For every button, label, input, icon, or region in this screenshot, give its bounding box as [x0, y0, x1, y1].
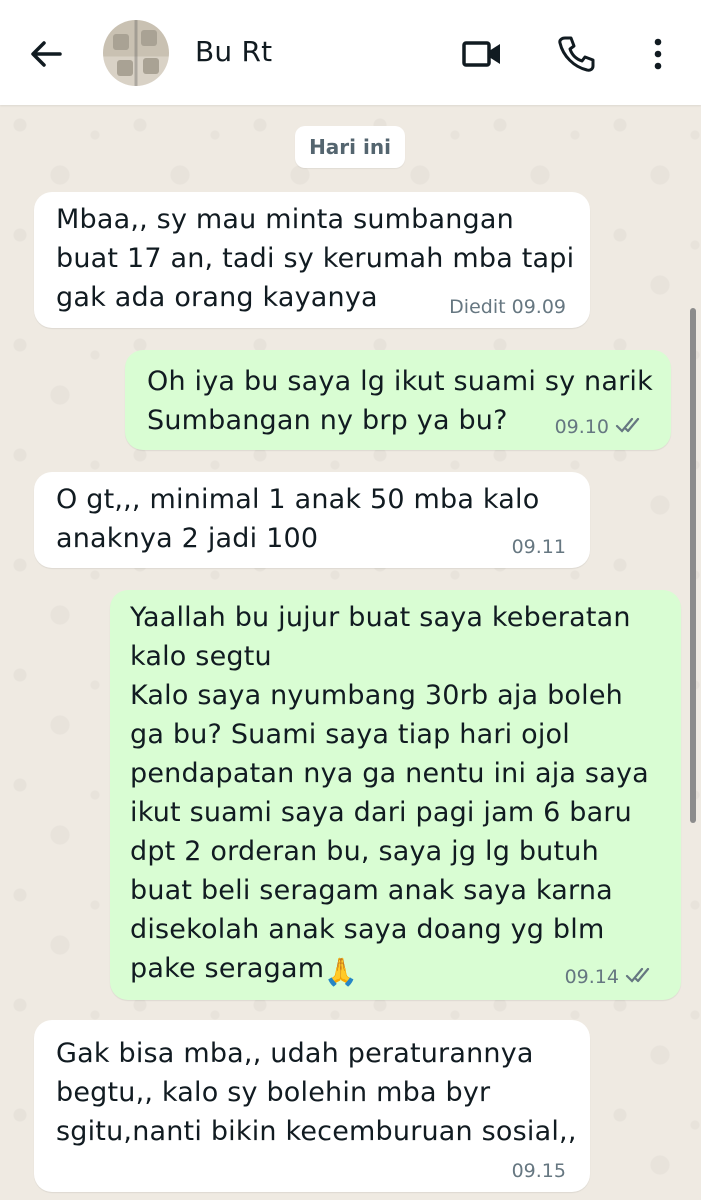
double-check-icon [625, 965, 657, 990]
outgoing-message[interactable]: Yaallah bu jujur buat saya keberatan kal… [110, 590, 681, 1000]
message-text: O gt,,, minimal 1 anak 50 mba kalo anakn… [56, 484, 540, 554]
message-meta: Diedit 09.09 [449, 296, 566, 318]
arrow-left-icon[interactable] [24, 32, 68, 76]
phone-icon[interactable] [554, 32, 598, 76]
message-meta: 09.11 [512, 536, 566, 558]
message-time: 09.14 [564, 966, 619, 988]
incoming-message[interactable]: Gak bisa mba,, udah peraturannya begtu,,… [34, 1020, 590, 1192]
message-time: 09.11 [511, 536, 566, 558]
message-time: 09.10 [554, 416, 609, 438]
scrollbar[interactable] [690, 308, 696, 823]
chat-header: Bu Rt [0, 0, 701, 105]
double-check-icon [615, 415, 647, 440]
video-call-icon[interactable] [460, 32, 504, 76]
folded-hands-emoji: 🙏 [324, 957, 359, 988]
more-vert-icon[interactable] [636, 32, 680, 76]
outgoing-message[interactable]: Oh iya bu saya lg ikut suami sy narik Su… [125, 350, 671, 450]
date-separator: Hari ini [295, 126, 405, 168]
message-time: Diedit 09.09 [449, 296, 566, 318]
contact-name[interactable]: Bu Rt [195, 35, 272, 68]
message-meta: 09.15 [512, 1160, 566, 1182]
message-text: Gak bisa mba,, udah peraturannya begtu,,… [56, 1038, 577, 1147]
message-body: Yaallah bu jujur buat saya keberatan kal… [130, 598, 649, 992]
message-meta: 09.10 [555, 415, 647, 440]
incoming-message[interactable]: O gt,,, minimal 1 anak 50 mba kalo anakn… [34, 472, 590, 568]
message-text: Yaallah bu jujur buat saya keberatan kal… [130, 602, 649, 984]
incoming-message[interactable]: Mbaa,, sy mau minta sumbangan buat 17 an… [34, 192, 590, 328]
avatar[interactable] [103, 20, 169, 86]
message-meta: 09.14 [565, 965, 657, 990]
message-time: 09.15 [511, 1160, 566, 1182]
